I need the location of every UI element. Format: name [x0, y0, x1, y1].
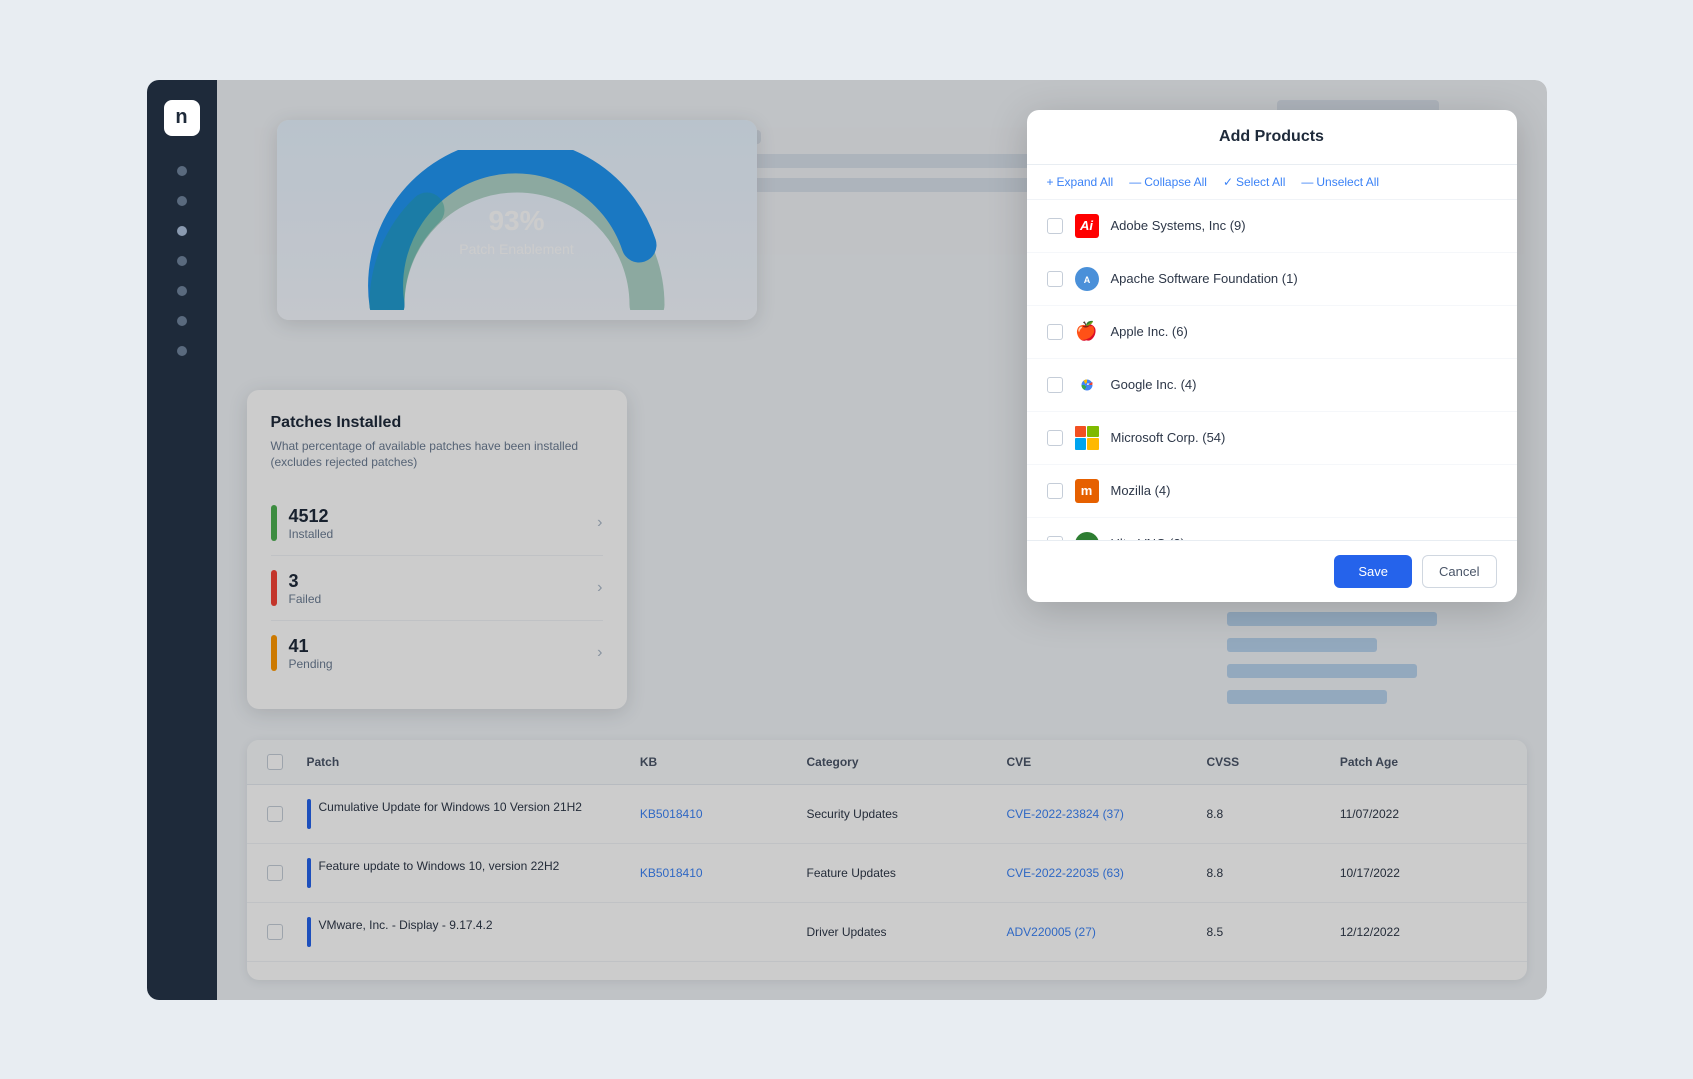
apple-label: Apple Inc. (6) [1111, 324, 1497, 339]
collapse-all-icon: — [1129, 175, 1141, 189]
unselect-all-icon: — [1301, 175, 1313, 189]
google-label: Google Inc. (4) [1111, 377, 1497, 392]
ultravnc-label: UltraVNC (2) [1111, 536, 1497, 540]
apple-checkbox[interactable] [1047, 324, 1063, 340]
sidebar-nav-3[interactable] [177, 226, 187, 236]
ultravnc-checkbox[interactable] [1047, 536, 1063, 540]
microsoft-label: Microsoft Corp. (54) [1111, 430, 1497, 445]
collapse-all-label: Collapse All [1144, 175, 1207, 189]
select-all-label: Select All [1236, 175, 1285, 189]
microsoft-checkbox[interactable] [1047, 430, 1063, 446]
modal-header: Add Products [1027, 110, 1517, 165]
collapse-all-button[interactable]: — Collapse All [1129, 175, 1207, 189]
products-list: Ai Adobe Systems, Inc (9) A [1027, 200, 1517, 540]
sidebar-nav-4[interactable] [177, 256, 187, 266]
mozilla-icon: m [1075, 479, 1099, 503]
sidebar-nav-1[interactable] [177, 166, 187, 176]
ultravnc-icon: VNC [1075, 532, 1099, 540]
apache-checkbox[interactable] [1047, 271, 1063, 287]
save-button[interactable]: Save [1334, 555, 1412, 588]
modal-toolbar: + Expand All — Collapse All ✓ Select All… [1027, 165, 1517, 200]
select-all-icon: ✓ [1223, 175, 1233, 189]
main-content: 93% Patch Enablement Patches Installed W… [217, 80, 1547, 1000]
list-item[interactable]: A Apache Software Foundation (1) [1027, 253, 1517, 306]
list-item[interactable]: G Google Inc. (4) [1027, 359, 1517, 412]
expand-all-label: Expand All [1057, 175, 1114, 189]
sidebar-nav-2[interactable] [177, 196, 187, 206]
expand-all-icon: + [1047, 175, 1054, 189]
add-products-modal: Add Products + Expand All — Collapse All… [1027, 110, 1517, 602]
google-checkbox[interactable] [1047, 377, 1063, 393]
unselect-all-label: Unselect All [1316, 175, 1379, 189]
unselect-all-button[interactable]: — Unselect All [1301, 175, 1379, 189]
adobe-icon: Ai [1075, 214, 1099, 238]
mozilla-label: Mozilla (4) [1111, 483, 1497, 498]
list-item[interactable]: m Mozilla (4) [1027, 465, 1517, 518]
select-all-button[interactable]: ✓ Select All [1223, 175, 1285, 189]
apache-label: Apache Software Foundation (1) [1111, 271, 1497, 286]
svg-text:A: A [1083, 275, 1090, 285]
modal-title: Add Products [1219, 128, 1324, 145]
list-item[interactable]: VNC UltraVNC (2) [1027, 518, 1517, 540]
cancel-button[interactable]: Cancel [1422, 555, 1496, 588]
adobe-checkbox[interactable] [1047, 218, 1063, 234]
apple-icon: 🍎 [1075, 320, 1099, 344]
apache-icon: A [1075, 267, 1099, 291]
google-icon: G [1075, 373, 1099, 397]
adobe-label: Adobe Systems, Inc (9) [1111, 218, 1497, 233]
list-item[interactable]: Microsoft Corp. (54) [1027, 412, 1517, 465]
sidebar-logo[interactable]: n [164, 100, 200, 136]
sidebar-nav-7[interactable] [177, 346, 187, 356]
sidebar-nav-6[interactable] [177, 316, 187, 326]
expand-all-button[interactable]: + Expand All [1047, 175, 1114, 189]
microsoft-icon [1075, 426, 1099, 450]
list-item[interactable]: Ai Adobe Systems, Inc (9) [1027, 200, 1517, 253]
list-item[interactable]: 🍎 Apple Inc. (6) [1027, 306, 1517, 359]
modal-footer: Save Cancel [1027, 540, 1517, 602]
sidebar-nav-5[interactable] [177, 286, 187, 296]
mozilla-checkbox[interactable] [1047, 483, 1063, 499]
sidebar: n [147, 80, 217, 1000]
